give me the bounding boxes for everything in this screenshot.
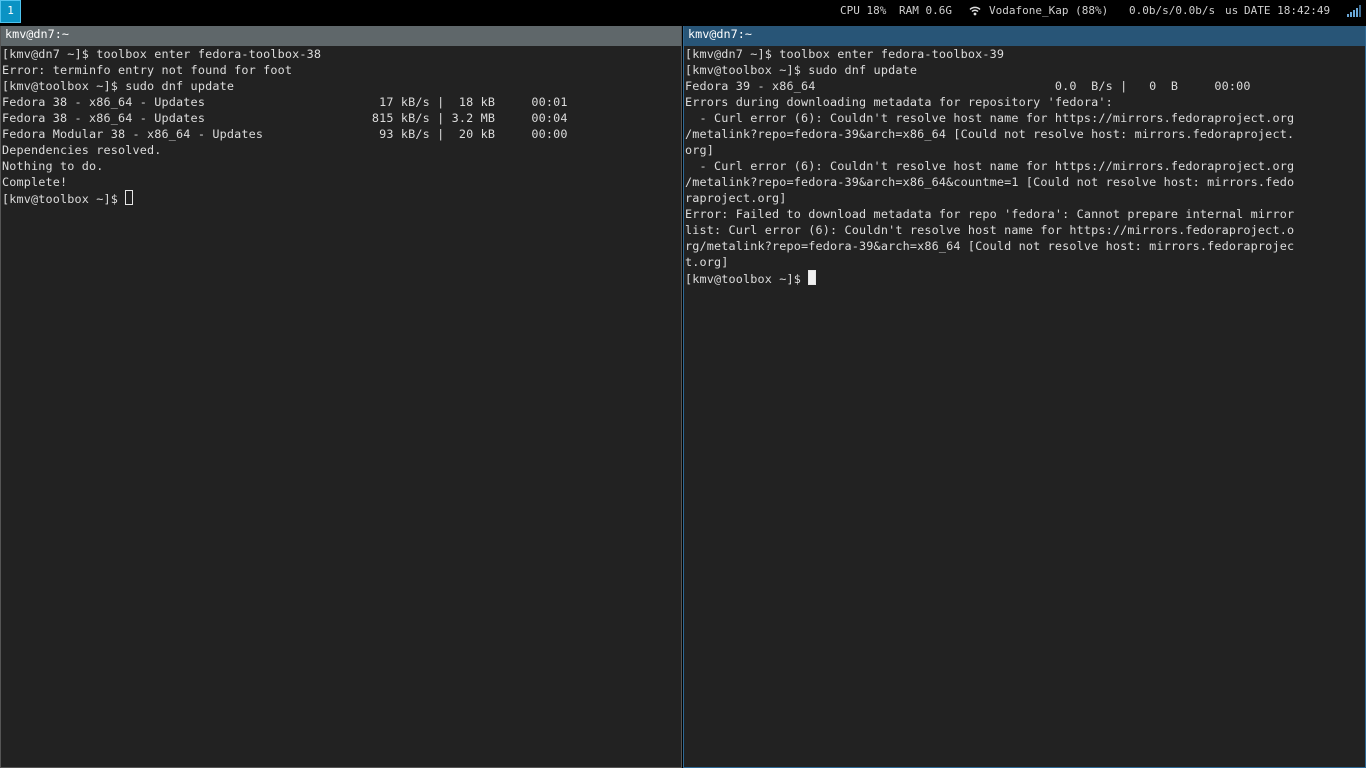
- terminal-line: Fedora Modular 38 - x86_64 - Updates 93 …: [2, 127, 568, 141]
- text-cursor: [125, 190, 134, 205]
- terminal-line: Complete!: [2, 175, 68, 189]
- terminal-line: Nothing to do.: [2, 159, 104, 173]
- shell-prompt: [kmv@toolbox ~]$: [685, 272, 809, 286]
- terminal-line: Fedora 38 - x86_64 - Updates 17 kB/s | 1…: [2, 95, 568, 109]
- terminal-line: [kmv@toolbox ~]$ sudo dnf update: [2, 79, 235, 93]
- terminal-line: rg/metalink?repo=fedora-39&arch=x86_64 […: [685, 239, 1295, 253]
- signal-strength-icon: [1347, 5, 1361, 17]
- terminal-line: Fedora 39 - x86_64 0.0 B/s | 0 B 00:00: [685, 79, 1251, 93]
- cpu-indicator: CPU 18%: [840, 4, 887, 17]
- terminal-line: Dependencies resolved.: [2, 143, 162, 157]
- terminal-line: /metalink?repo=fedora-39&arch=x86_64 [Co…: [685, 127, 1295, 141]
- terminal-line: org]: [685, 143, 715, 157]
- terminal-line: - Curl error (6): Couldn't resolve host …: [685, 159, 1295, 173]
- text-cursor: [808, 270, 817, 285]
- terminal-line: [kmv@dn7 ~]$ toolbox enter fedora-toolbo…: [2, 47, 322, 61]
- terminal-window-left[interactable]: kmv@dn7:~ [kmv@dn7 ~]$ toolbox enter fed…: [0, 26, 682, 768]
- ram-indicator: RAM 0.6G: [899, 4, 952, 17]
- terminal-line: Fedora 38 - x86_64 - Updates 815 kB/s | …: [2, 111, 568, 125]
- terminal-line: raproject.org]: [685, 191, 787, 205]
- terminal-line: list: Curl error (6): Couldn't resolve h…: [685, 223, 1295, 237]
- workspace-button[interactable]: 1: [0, 0, 21, 23]
- terminal-line: Error: terminfo entry not found for foot: [2, 63, 293, 77]
- prompt-line[interactable]: [kmv@toolbox ~]$: [2, 190, 568, 206]
- wifi-indicator: Vodafone_Kap (88%): [989, 4, 1109, 17]
- prompt-line[interactable]: [kmv@toolbox ~]$: [685, 270, 1294, 286]
- terminal-window-right[interactable]: kmv@dn7:~ [kmv@dn7 ~]$ toolbox enter fed…: [683, 26, 1366, 768]
- window-title[interactable]: kmv@dn7:~: [684, 26, 1365, 46]
- terminal-line: Error: Failed to download metadata for r…: [685, 207, 1295, 221]
- keyboard-layout: us: [1225, 4, 1239, 17]
- status-bar: 1 CPU 18% RAM 0.6G Vodafone_Kap (88%) 0.…: [0, 0, 1366, 24]
- terminal-output[interactable]: [kmv@dn7 ~]$ toolbox enter fedora-toolbo…: [2, 46, 568, 206]
- terminal-line: [kmv@toolbox ~]$ sudo dnf update: [685, 63, 918, 77]
- terminal-line: [kmv@dn7 ~]$ toolbox enter fedora-toolbo…: [685, 47, 1005, 61]
- clock: DATE 18:42:49: [1244, 4, 1331, 17]
- terminal-line: - Curl error (6): Couldn't resolve host …: [685, 111, 1295, 125]
- network-speed: 0.0b/s/0.0b/s: [1129, 4, 1216, 17]
- terminal-output[interactable]: [kmv@dn7 ~]$ toolbox enter fedora-toolbo…: [685, 46, 1294, 286]
- terminal-line: Errors during downloading metadata for r…: [685, 95, 1113, 109]
- terminal-line: /metalink?repo=fedora-39&arch=x86_64&cou…: [685, 175, 1295, 189]
- window-title[interactable]: kmv@dn7:~: [1, 26, 681, 46]
- terminal-line: t.org]: [685, 255, 729, 269]
- wifi-icon: [969, 6, 981, 16]
- shell-prompt: [kmv@toolbox ~]$: [2, 192, 126, 206]
